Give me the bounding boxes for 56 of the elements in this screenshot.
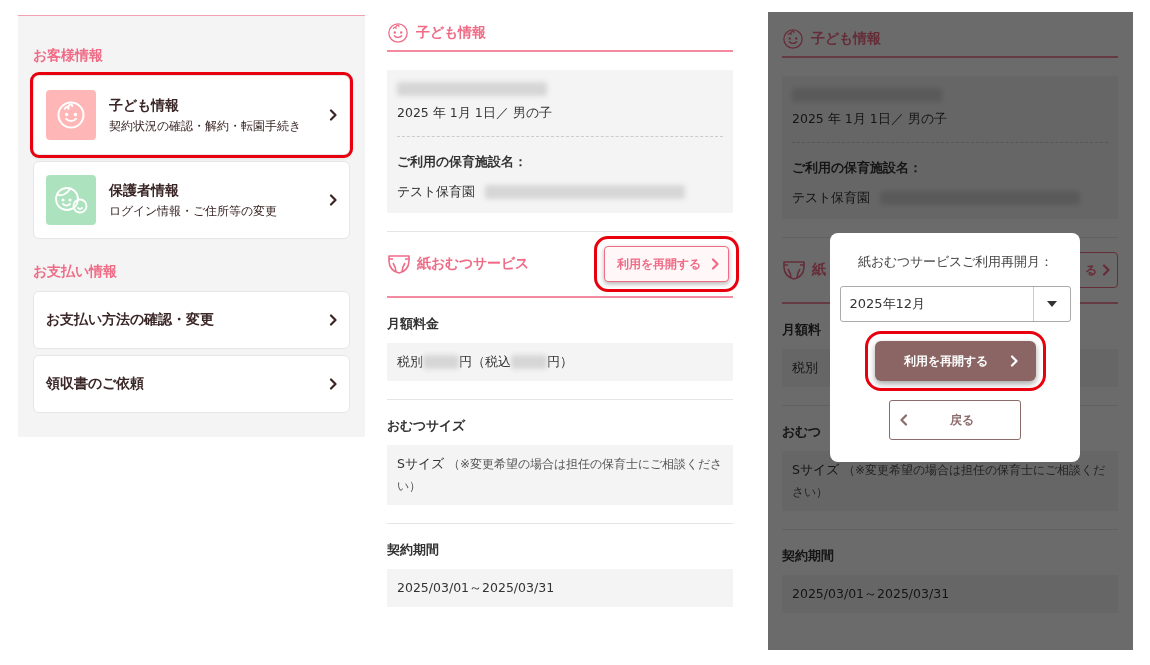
caret-down-icon (1046, 301, 1057, 307)
card-subtitle: ログイン情報・ご住所等の変更 (109, 202, 278, 219)
card-title: 保護者情報 (109, 181, 180, 200)
blurred-amount (511, 355, 547, 369)
menu-card[interactable]: 領収書のご依頼 (33, 355, 350, 413)
field-label: おむつ (782, 423, 821, 441)
fee-text: 税別 (792, 359, 818, 377)
chevron-right-icon (329, 378, 337, 390)
face-icon (387, 22, 409, 44)
back-button[interactable]: 戻る (889, 400, 1021, 440)
chevron-right-icon (1102, 264, 1110, 276)
field-label: 契約期間 (782, 547, 834, 565)
menu-card[interactable]: 保護者情報 ログイン情報・ご住所等の変更 (33, 161, 350, 239)
card-title: お支払い方法の確認・変更 (46, 311, 215, 329)
section-heading: お支払い情報 (33, 263, 118, 281)
fee-text: 税別 (397, 353, 423, 371)
diaper-icon (387, 253, 411, 275)
section-heading: 子ども情報 (416, 24, 486, 42)
chevron-right-icon (329, 314, 337, 326)
facility-name: テスト保育園 (792, 189, 870, 207)
field-label: ご利用の保育施設名： (792, 159, 923, 177)
chevron-right-icon (711, 258, 719, 270)
chevron-right-icon (1010, 355, 1018, 367)
fee-text: 円（税込 (459, 353, 511, 371)
field-label: 月額料金 (387, 315, 439, 333)
section-heading: 紙 (812, 261, 826, 279)
field-value: Sサイズ （※変更希望の場合は担任の保育士にご相談ください） (397, 456, 722, 493)
chevron-left-icon (900, 414, 908, 426)
fee-text: 円） (547, 353, 573, 371)
card-title: 領収書のご依頼 (46, 375, 145, 393)
card-title: 子ども情報 (109, 96, 180, 115)
field-value: 2025/03/01～2025/03/31 (792, 586, 950, 601)
field-label: ご利用の保育施設名： (397, 153, 528, 171)
blurred-amount (423, 355, 459, 369)
chevron-right-icon (329, 194, 337, 206)
card-subtitle: 契約状況の確認・解約・転園手続き (109, 117, 302, 134)
section-heading: お客様情報 (33, 47, 104, 65)
field-label: 契約期間 (387, 541, 439, 559)
face-icon (56, 100, 86, 130)
field-value: 2025/03/01～2025/03/31 (397, 580, 555, 595)
field-label: おむつサイズ (387, 417, 465, 435)
field-label: 月額料 (782, 321, 821, 339)
diaper-icon (782, 259, 806, 281)
facility-name: テスト保育園 (397, 183, 475, 201)
section-heading: 子ども情報 (811, 30, 881, 48)
resume-button[interactable]: 利用を再開する (874, 341, 1036, 381)
section-heading: 紙おむつサービス (417, 255, 529, 273)
modal-title: 紙おむつサービスご利用再開月： (857, 253, 1053, 271)
parent-child-icon (54, 185, 88, 215)
birth-date-text: 2025 年 1月 1日／ 男の子 (397, 104, 553, 122)
menu-card[interactable]: お支払い方法の確認・変更 (33, 291, 350, 349)
month-select[interactable]: 2025年12月 (839, 286, 1071, 322)
face-icon (782, 28, 804, 50)
menu-card[interactable]: 子ども情報 契約状況の確認・解約・転園手続き (33, 75, 350, 155)
chevron-right-icon (329, 109, 337, 121)
birth-date-text: 2025 年 1月 1日／ 男の子 (792, 110, 948, 128)
